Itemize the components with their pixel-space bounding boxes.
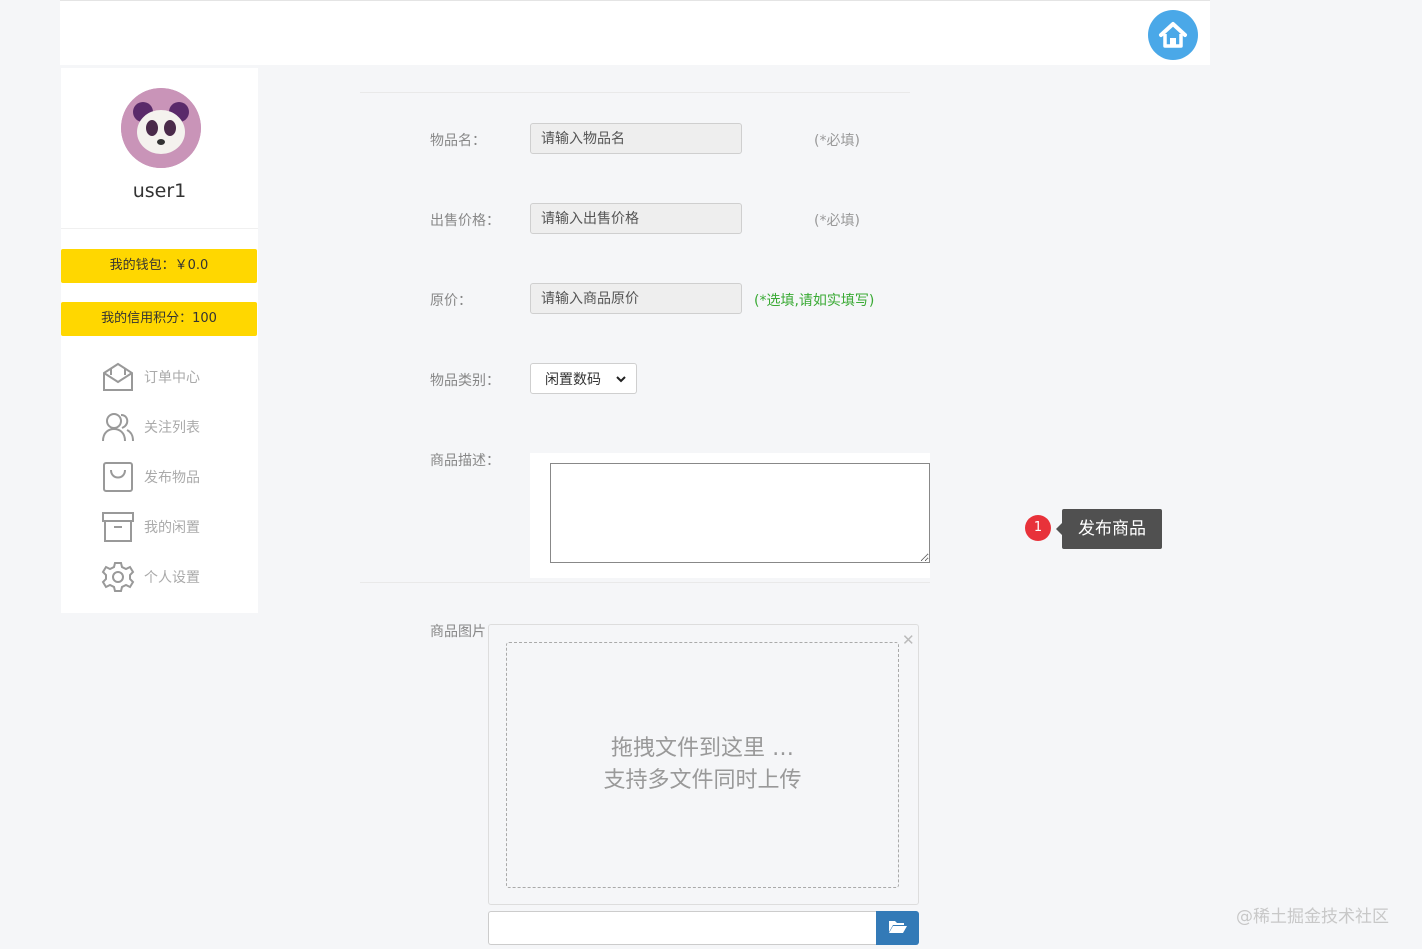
menu-item-publish[interactable]: 发布物品 bbox=[101, 457, 241, 497]
avatar[interactable] bbox=[121, 88, 201, 168]
optional-note: (*选填,请如实填写) bbox=[754, 293, 875, 309]
drop-hint-multi: 支持多文件同时上传 bbox=[603, 768, 802, 793]
divider bbox=[360, 92, 910, 93]
browse-button[interactable] bbox=[876, 911, 919, 945]
description-textarea[interactable] bbox=[550, 463, 930, 563]
top-bar bbox=[60, 0, 1210, 65]
bag-icon bbox=[101, 460, 135, 494]
chevron-down-icon bbox=[616, 371, 626, 387]
close-icon[interactable]: ✕ bbox=[902, 631, 915, 649]
divider bbox=[360, 582, 930, 583]
menu-label: 个人设置 bbox=[144, 570, 200, 586]
menu-label: 发布物品 bbox=[144, 470, 200, 486]
home-icon[interactable] bbox=[1148, 10, 1198, 60]
price-input[interactable] bbox=[530, 203, 742, 234]
category-label: 物品类别： bbox=[430, 373, 500, 389]
username: user1 bbox=[132, 180, 187, 202]
original-price-label: 原价： bbox=[430, 293, 472, 309]
menu-label: 我的闲置 bbox=[144, 520, 200, 536]
name-label: 物品名： bbox=[430, 133, 486, 149]
gear-icon bbox=[101, 560, 135, 594]
required-note: (*必填) bbox=[814, 213, 860, 229]
name-input[interactable] bbox=[530, 123, 742, 154]
menu-label: 订单中心 bbox=[144, 370, 200, 386]
publish-tooltip: 发布商品 bbox=[1056, 509, 1162, 549]
menu-item-settings[interactable]: 个人设置 bbox=[101, 557, 241, 597]
sidebar: user1 我的钱包：￥0.0 我的信用积分：100 订单中心 关注列表 发布物… bbox=[61, 68, 258, 613]
required-note: (*必填) bbox=[814, 133, 860, 149]
credit-button[interactable]: 我的信用积分：100 bbox=[61, 302, 257, 336]
folder-open-icon bbox=[888, 918, 908, 938]
archive-icon bbox=[101, 510, 135, 544]
watermark: @稀土掘金技术社区 bbox=[1236, 907, 1389, 927]
category-select[interactable]: 闲置数码 bbox=[530, 363, 637, 394]
menu-item-follows[interactable]: 关注列表 bbox=[101, 407, 241, 447]
drop-zone[interactable]: 拖拽文件到这里 … 支持多文件同时上传 bbox=[506, 642, 899, 888]
menu-item-orders[interactable]: 订单中心 bbox=[101, 357, 241, 397]
description-box bbox=[530, 453, 930, 578]
price-label: 出售价格： bbox=[430, 213, 500, 229]
original-price-input[interactable] bbox=[530, 283, 742, 314]
step-badge: 1 bbox=[1025, 515, 1051, 541]
mail-icon bbox=[101, 360, 135, 394]
menu-item-my-items[interactable]: 我的闲置 bbox=[101, 507, 241, 547]
users-icon bbox=[101, 410, 135, 444]
category-value: 闲置数码 bbox=[545, 371, 601, 388]
divider bbox=[61, 228, 258, 229]
description-label: 商品描述： bbox=[430, 453, 500, 469]
drop-hint: 拖拽文件到这里 … bbox=[611, 736, 794, 761]
wallet-button[interactable]: 我的钱包：￥0.0 bbox=[61, 249, 257, 283]
file-path-input[interactable] bbox=[488, 911, 877, 945]
menu-label: 关注列表 bbox=[144, 420, 200, 436]
upload-panel: ✕ 拖拽文件到这里 … 支持多文件同时上传 bbox=[488, 624, 919, 905]
